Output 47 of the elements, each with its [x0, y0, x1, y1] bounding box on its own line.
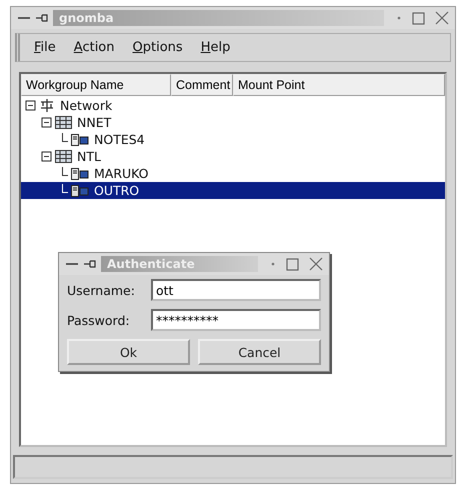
tree-row[interactable]: MARUKO: [21, 165, 445, 182]
tree-branch-line: [62, 184, 68, 193]
tree-row[interactable]: NOTES4: [21, 131, 445, 148]
pin-icon[interactable]: [83, 259, 97, 269]
close-icon[interactable]: [435, 11, 449, 25]
tree-row[interactable]: Network: [21, 97, 445, 114]
tree-row[interactable]: NTL: [21, 148, 445, 165]
maximize-icon[interactable]: [412, 12, 425, 24]
menu-item[interactable]: Options: [130, 38, 185, 57]
dot-icon[interactable]: [396, 15, 402, 21]
column-header[interactable]: Comment: [171, 74, 233, 96]
tree-branch-line: [62, 167, 68, 176]
dialog-button[interactable]: Ok: [67, 339, 190, 365]
computer-icon: [71, 168, 89, 180]
tree-item-label: Network: [59, 98, 114, 113]
tree-item-label: NOTES4: [93, 132, 146, 147]
computer-icon: [71, 184, 89, 196]
collapse-icon[interactable]: [25, 100, 36, 111]
field-label: Username:: [67, 282, 136, 298]
dot-icon[interactable]: [270, 261, 276, 267]
menu-item[interactable]: Help: [198, 38, 232, 57]
network-icon: [39, 99, 55, 112]
collapse-icon[interactable]: [41, 151, 52, 162]
menu-item[interactable]: File: [32, 38, 58, 57]
pin-icon[interactable]: [35, 13, 49, 23]
menu-item[interactable]: Action: [72, 38, 117, 57]
input-field[interactable]: ott: [151, 279, 321, 301]
tree-row[interactable]: OUTRO: [21, 182, 445, 199]
dialog-button[interactable]: Cancel: [198, 339, 321, 365]
computer-icon: [71, 134, 89, 146]
column-header[interactable]: Workgroup Name: [21, 74, 171, 96]
tree-item-label: NNET: [76, 115, 112, 130]
input-field[interactable]: **********: [151, 309, 321, 331]
server-rack-icon: [55, 150, 72, 163]
close-icon[interactable]: [309, 257, 323, 271]
window-title: gnomba: [53, 10, 384, 26]
tree-item-label: OUTRO: [93, 183, 140, 198]
tree-row[interactable]: NNET: [21, 114, 445, 131]
field-label: Password:: [67, 312, 131, 328]
tree-item-label: NTL: [76, 149, 102, 164]
dialog-title: Authenticate: [101, 256, 258, 272]
tree-branch-line: [62, 133, 68, 142]
maximize-icon[interactable]: [286, 258, 299, 270]
server-rack-icon: [55, 116, 72, 129]
tree-item-label: MARUKO: [93, 166, 150, 181]
column-header[interactable]: Mount Point: [233, 74, 445, 96]
collapse-icon[interactable]: [41, 117, 52, 128]
